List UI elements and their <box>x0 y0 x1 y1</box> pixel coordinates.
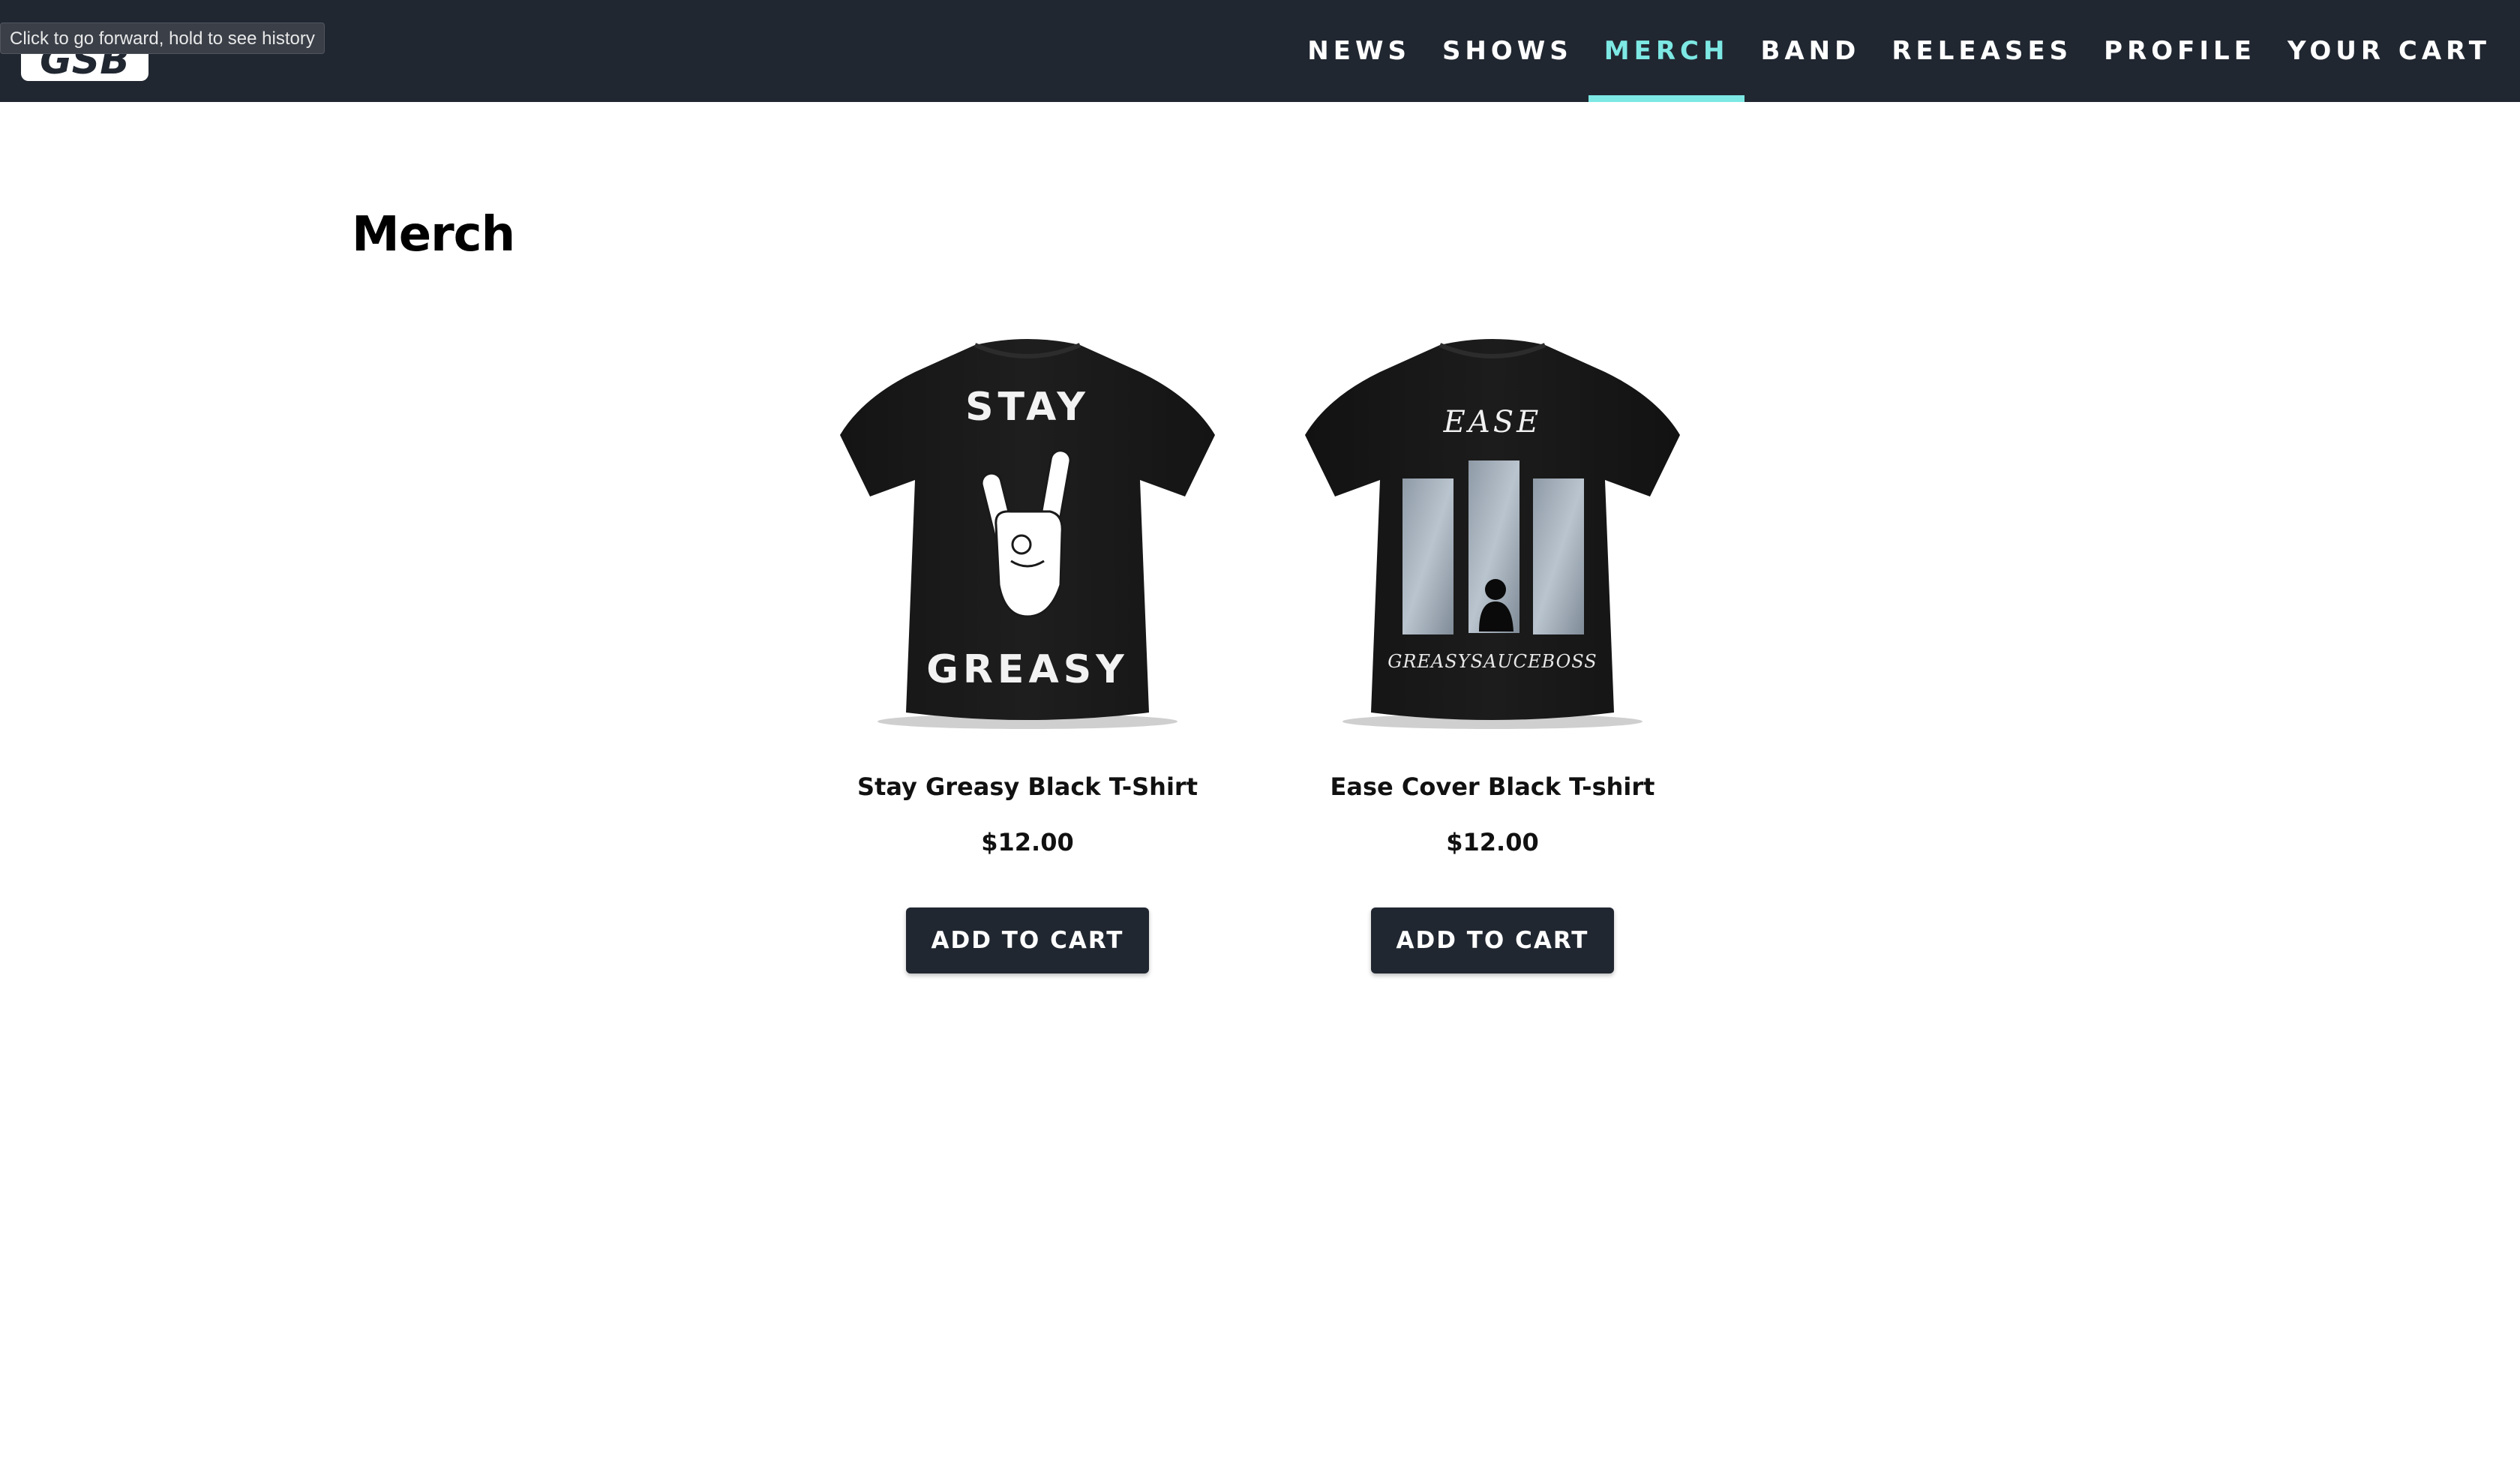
navbar: GSB Click to go forward, hold to see his… <box>0 0 2520 102</box>
product-name[interactable]: Ease Cover Black T-shirt <box>1282 772 1702 801</box>
shirt-print-bottom: GREASY <box>926 647 1129 692</box>
ease-cover-shirt-image[interactable]: EASE GREASYSAUCEBOSS <box>1290 322 1695 742</box>
nav-merch[interactable]: MERCH <box>1588 0 1745 102</box>
browser-tooltip: Click to go forward, hold to see history <box>0 22 325 54</box>
product-price: $12.00 <box>981 828 1074 856</box>
stay-greasy-shirt-image[interactable]: STAY GREASY <box>825 322 1230 742</box>
nav-shows[interactable]: SHOWS <box>1426 0 1588 102</box>
main-nav: NEWS SHOWS MERCH BAND RELEASES PROFILE Y… <box>1292 0 2520 102</box>
nav-your-cart[interactable]: YOUR CART <box>2272 0 2506 102</box>
nav-news[interactable]: NEWS <box>1292 0 1426 102</box>
add-to-cart-button[interactable]: ADD TO CART <box>906 908 1149 974</box>
nav-band[interactable]: BAND <box>1744 0 1876 102</box>
page-title: Merch <box>352 207 515 262</box>
product-card: STAY GREASY Stay Greasy Black T-Shirt $1… <box>818 322 1238 974</box>
shirt-print-top: EASE <box>1443 405 1542 440</box>
shirt-print-bottom: GREASYSAUCEBOSS <box>1388 651 1597 672</box>
nav-profile[interactable]: PROFILE <box>2088 0 2272 102</box>
product-price: $12.00 <box>1446 828 1539 856</box>
nav-releases[interactable]: RELEASES <box>1876 0 2088 102</box>
product-name[interactable]: Stay Greasy Black T-Shirt <box>818 772 1238 801</box>
shirt-print-top: STAY <box>965 385 1090 430</box>
add-to-cart-button[interactable]: ADD TO CART <box>1371 908 1614 974</box>
product-card: EASE GREASYSAUCEBOSS Ease Cover Black T-… <box>1282 322 1702 974</box>
